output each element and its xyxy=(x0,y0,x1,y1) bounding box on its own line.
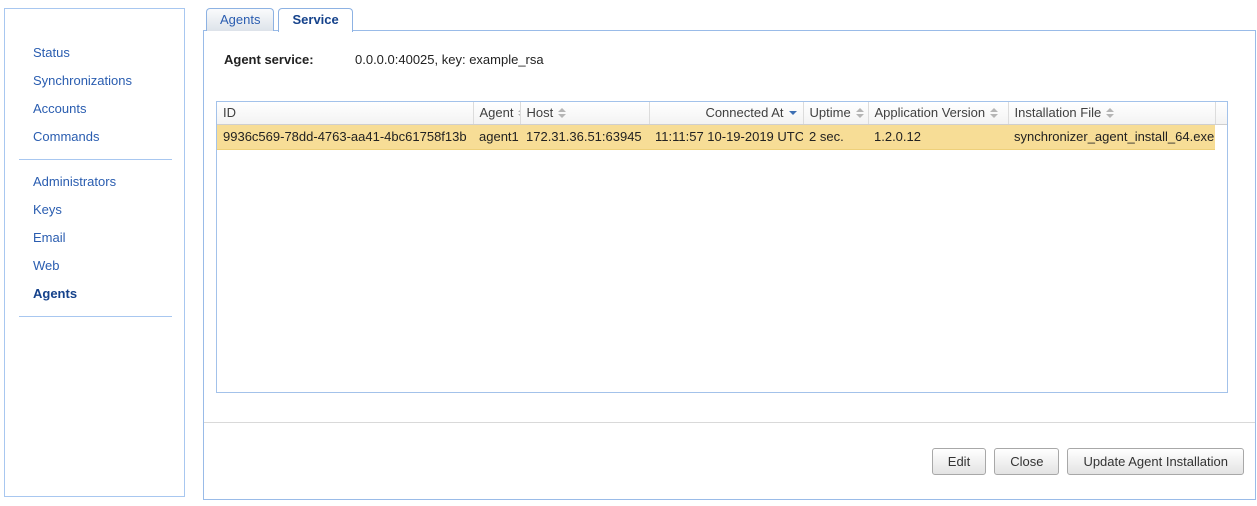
close-button[interactable]: Close xyxy=(994,448,1059,475)
cell-application-version[interactable]: 1.2.0.12 xyxy=(868,124,1008,149)
agent-service-label: Agent service: xyxy=(224,52,314,67)
sort-icon xyxy=(1106,108,1114,118)
column-label: Agent xyxy=(480,105,514,120)
sidebar-item-email[interactable]: Email xyxy=(5,224,184,252)
footer-separator xyxy=(204,422,1255,423)
main-panel: Agents Service Agent service: 0.0.0.0:40… xyxy=(203,8,1256,500)
column-header-host[interactable]: Host xyxy=(520,102,649,124)
tab-service[interactable]: Service xyxy=(278,8,352,32)
sort-icon xyxy=(990,108,998,118)
sort-icon xyxy=(856,108,864,118)
cell-id[interactable]: 9936c569-78dd-4763-aa41-4bc61758f13b xyxy=(217,124,473,149)
sidebar-item-synchronizations[interactable]: Synchronizations xyxy=(5,67,184,95)
column-header-id[interactable]: ID xyxy=(217,102,473,124)
cell-connected-at[interactable]: 11:11:57 10-19-2019 UTC xyxy=(649,124,803,149)
column-header-spacer xyxy=(1215,102,1227,124)
service-tab-panel: Agent service: 0.0.0.0:40025, key: examp… xyxy=(203,30,1256,500)
cell-agent[interactable]: agent1 xyxy=(473,124,520,149)
column-header-connected-at[interactable]: Connected At xyxy=(649,102,803,124)
table-row[interactable]: 9936c569-78dd-4763-aa41-4bc61758f13b age… xyxy=(217,124,1227,149)
sidebar-item-keys[interactable]: Keys xyxy=(5,196,184,224)
column-label: Application Version xyxy=(875,105,986,120)
column-header-agent[interactable]: Agent xyxy=(473,102,520,124)
edit-button[interactable]: Edit xyxy=(932,448,986,475)
column-label: ID xyxy=(223,105,236,120)
sidebar-item-administrators[interactable]: Administrators xyxy=(5,168,184,196)
sort-desc-icon xyxy=(789,111,797,115)
sidebar-item-status[interactable]: Status xyxy=(5,39,184,67)
column-header-application-version[interactable]: Application Version xyxy=(868,102,1008,124)
cell-spacer xyxy=(1215,124,1227,149)
sidebar-item-accounts[interactable]: Accounts xyxy=(5,95,184,123)
sidebar-divider xyxy=(19,316,172,317)
table-header-row: ID Agent Host Connected At xyxy=(217,102,1227,124)
column-label: Uptime xyxy=(810,105,851,120)
cell-uptime[interactable]: 2 sec. xyxy=(803,124,868,149)
update-agent-installation-button[interactable]: Update Agent Installation xyxy=(1067,448,1244,475)
cell-installation-file[interactable]: synchronizer_agent_install_64.exe xyxy=(1008,124,1215,149)
tab-bar: Agents Service xyxy=(206,8,353,31)
sidebar-item-commands[interactable]: Commands xyxy=(5,123,184,151)
sidebar-item-web[interactable]: Web xyxy=(5,252,184,280)
column-label: Installation File xyxy=(1015,105,1102,120)
agents-table: ID Agent Host Connected At xyxy=(216,101,1228,393)
sort-icon xyxy=(558,108,566,118)
column-header-uptime[interactable]: Uptime xyxy=(803,102,868,124)
column-header-installation-file[interactable]: Installation File xyxy=(1008,102,1215,124)
agent-service-line: Agent service: 0.0.0.0:40025, key: examp… xyxy=(224,52,314,67)
cell-host[interactable]: 172.31.36.51:63945 xyxy=(520,124,649,149)
tab-agents[interactable]: Agents xyxy=(206,8,274,31)
column-label: Host xyxy=(527,105,554,120)
sidebar-item-agents[interactable]: Agents xyxy=(5,280,184,308)
agent-service-value: 0.0.0.0:40025, key: example_rsa xyxy=(355,52,544,67)
sidebar-divider xyxy=(19,159,172,160)
sidebar: Status Synchronizations Accounts Command… xyxy=(4,8,185,497)
column-label: Connected At xyxy=(705,105,783,120)
footer-buttons: Edit Close Update Agent Installation xyxy=(932,448,1244,475)
